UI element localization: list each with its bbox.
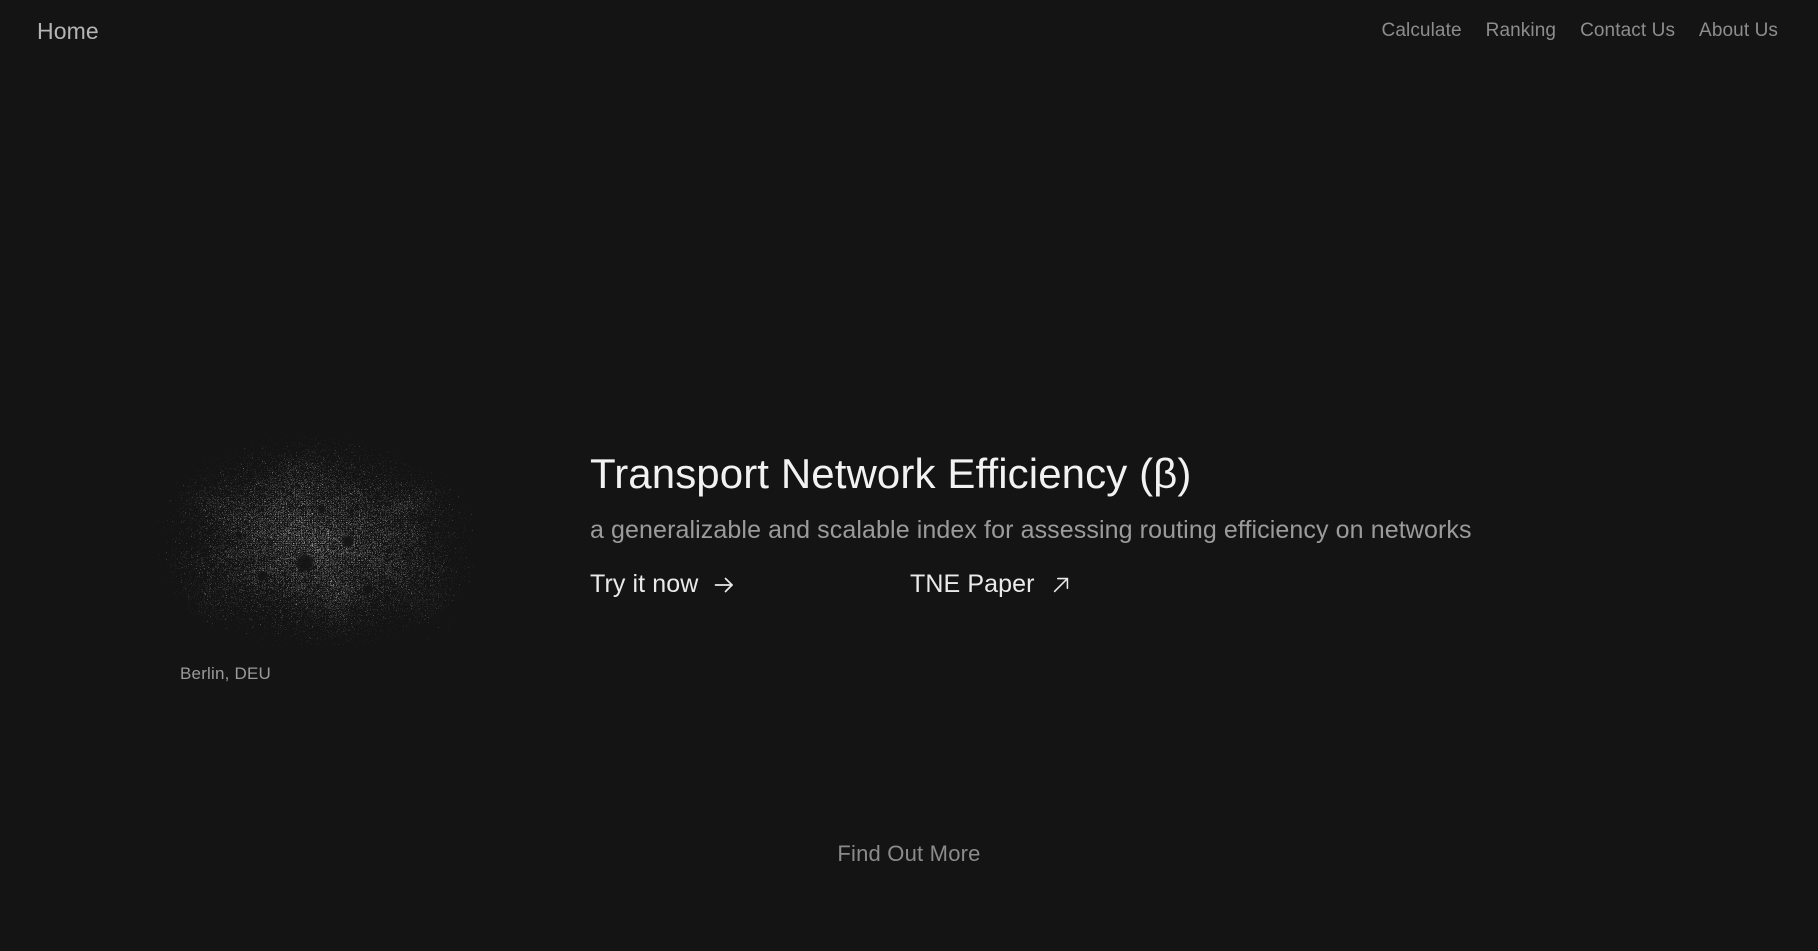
page-subtitle: a generalizable and scalable index for a… — [590, 516, 1472, 545]
berlin-network-canvas — [150, 434, 480, 649]
landing-page: Home Calculate Ranking Contact Us About … — [0, 0, 1818, 951]
try-it-now-label: Try it now — [590, 570, 699, 599]
nav-link-calculate[interactable]: Calculate — [1382, 20, 1462, 41]
nav-link-about-us[interactable]: About Us — [1699, 20, 1778, 41]
nav-links-list: Calculate Ranking Contact Us About Us — [1382, 21, 1778, 41]
network-map-visualization — [150, 434, 480, 649]
hero-copy-block: Transport Network Efficiency (β) a gener… — [590, 212, 1472, 597]
cta-row: Try it now TNE Paper — [590, 572, 1472, 597]
network-figure-caption: Berlin, DEU — [180, 664, 272, 683]
scroll-hint: Find Out More — [0, 843, 1818, 865]
nav-link-ranking[interactable]: Ranking — [1486, 20, 1556, 41]
tne-paper-label: TNE Paper — [910, 570, 1035, 599]
page-title: Transport Network Efficiency (β) — [590, 450, 1192, 497]
tne-paper-link[interactable]: TNE Paper — [910, 572, 1073, 597]
nav-link-contact-us[interactable]: Contact Us — [1580, 20, 1675, 41]
network-figure: Berlin, DEU — [150, 434, 490, 682]
brand-home-link[interactable]: Home — [37, 19, 99, 43]
try-it-now-button[interactable]: Try it now — [590, 572, 910, 597]
hero-inner: Berlin, DEU Transport Network Efficiency… — [0, 212, 1818, 682]
find-out-more-link[interactable]: Find Out More — [837, 843, 980, 865]
arrow-up-right-icon — [1049, 573, 1073, 597]
hero-section: Berlin, DEU Transport Network Efficiency… — [0, 62, 1818, 832]
top-navigation-bar: Home Calculate Ranking Contact Us About … — [0, 0, 1818, 62]
arrow-right-icon — [712, 573, 736, 597]
